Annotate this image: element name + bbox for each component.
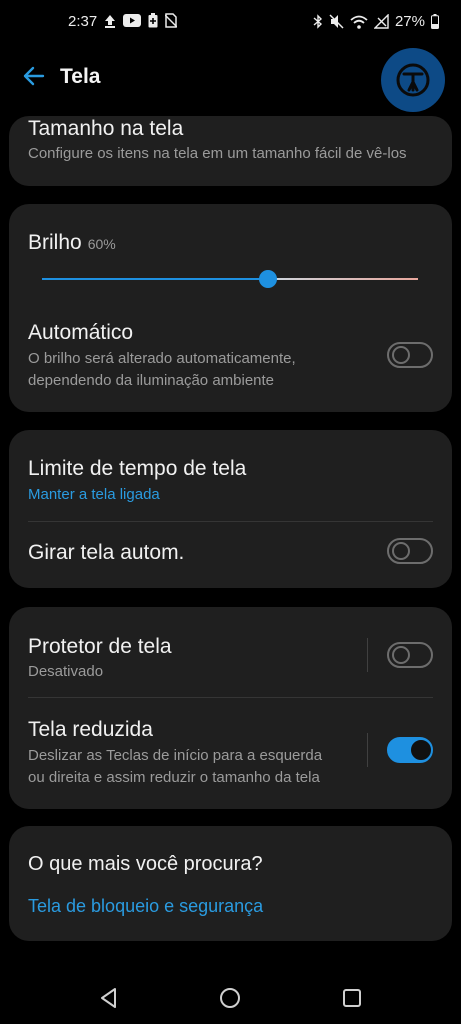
divider: [28, 521, 433, 522]
screen-timeout-title: Limite de tempo de tela: [28, 457, 247, 480]
reduced-screen-row[interactable]: Tela reduzida Deslizar as Teclas de iníc…: [9, 698, 364, 803]
toggle-knob: [392, 346, 410, 364]
auto-brightness-toggle[interactable]: [387, 342, 433, 368]
screensaver-title: Protetor de tela: [28, 635, 172, 658]
wifi-icon: [350, 15, 368, 29]
timeout-card: Limite de tempo de tela Manter a tela li…: [9, 430, 452, 588]
status-time: 2:37: [68, 13, 98, 30]
brightness-card: Brilho 60% Automático O brilho será alte…: [9, 204, 452, 412]
vertical-separator: [367, 733, 368, 767]
page-title: Tela: [60, 65, 101, 88]
square-recents-icon: [343, 989, 361, 1007]
screen-timeout-row[interactable]: Limite de tempo de tela Manter a tela li…: [9, 430, 452, 520]
vertical-separator: [367, 638, 368, 672]
no-signal-icon: [373, 14, 389, 29]
status-right-icons: 27%: [313, 13, 439, 30]
screen-size-card[interactable]: Tamanho na tela Configure os itens na te…: [9, 116, 452, 186]
brightness-slider[interactable]: [42, 270, 418, 288]
screen-size-title: Tamanho na tela: [28, 117, 184, 140]
screensaver-card: Protetor de tela Desativado Tela reduzid…: [9, 607, 452, 809]
reduced-screen-title: Tela reduzida: [28, 718, 153, 741]
accessibility-icon: [396, 63, 430, 97]
auto-brightness-title: Automático: [28, 321, 134, 344]
reduced-screen-toggle[interactable]: [387, 737, 433, 763]
brightness-header: Brilho 60%: [28, 231, 116, 255]
app-bar: Tela: [0, 48, 461, 112]
navigation-bar: [0, 968, 461, 1024]
bluetooth-icon: [313, 14, 322, 29]
nav-home-button[interactable]: [218, 986, 242, 1010]
screensaver-subtitle: Desativado: [28, 663, 104, 680]
brightness-slider-rest: [268, 278, 418, 280]
auto-brightness-subtitle-2: dependendo da iluminação ambiente: [28, 372, 275, 389]
back-button[interactable]: [20, 62, 48, 90]
reduced-screen-subtitle-1: Deslizar as Teclas de início para a esqu…: [28, 747, 323, 764]
status-left-icons: [104, 13, 177, 28]
battery-icon: [431, 14, 439, 29]
suggestions-title: O que mais você procura?: [28, 853, 263, 875]
brightness-label: Brilho: [28, 231, 82, 254]
lock-screen-link[interactable]: Tela de bloqueio e segurança: [28, 896, 263, 917]
reduced-screen-subtitle-2: ou direita e assim reduzir o tamanho da …: [28, 769, 320, 786]
youtube-icon: [123, 14, 141, 27]
mute-icon: [329, 14, 344, 29]
back-arrow-icon: [23, 66, 45, 86]
brightness-value: 60%: [87, 236, 116, 252]
circle-home-icon: [220, 988, 240, 1008]
nav-recents-button[interactable]: [340, 986, 364, 1010]
screensaver-row[interactable]: Protetor de tela Desativado: [9, 607, 364, 697]
triangle-back-icon: [101, 988, 116, 1008]
auto-brightness-subtitle-1: O brilho será alterado automaticamente,: [28, 350, 296, 367]
status-bar: 2:37 27%: [0, 0, 461, 44]
toggle-knob: [411, 740, 431, 760]
brightness-slider-thumb[interactable]: [259, 270, 277, 288]
battery-saver-icon: [148, 13, 158, 28]
auto-rotate-title: Girar tela autom.: [28, 541, 185, 564]
nav-back-button[interactable]: [97, 986, 121, 1010]
screensaver-toggle[interactable]: [387, 642, 433, 668]
no-sim-icon: [165, 13, 177, 28]
auto-rotate-toggle[interactable]: [387, 538, 433, 564]
brightness-slider-fill: [42, 278, 268, 280]
screen-timeout-value: Manter a tela ligada: [28, 486, 160, 503]
toggle-knob: [392, 542, 410, 560]
suggestions-card: O que mais você procura? Tela de bloquei…: [9, 826, 452, 941]
toggle-knob: [392, 646, 410, 664]
screen-size-subtitle: Configure os itens na tela em um tamanho…: [28, 145, 407, 162]
battery-percent: 27%: [394, 13, 425, 30]
upload-icon: [105, 14, 115, 28]
accessibility-button[interactable]: [381, 48, 445, 112]
